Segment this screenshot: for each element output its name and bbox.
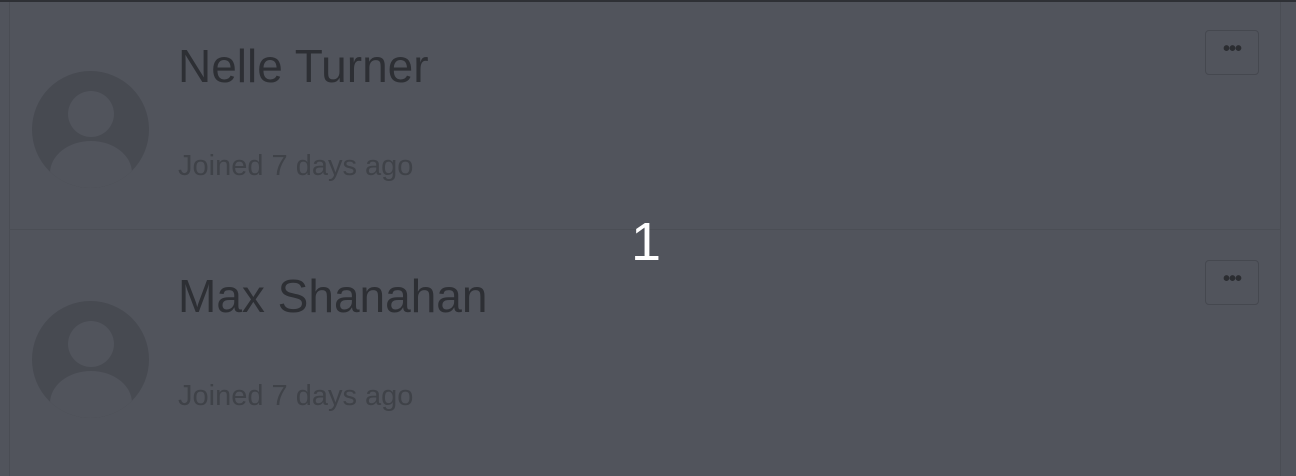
avatar-body-shape bbox=[50, 371, 132, 418]
members-list-view: Nelle Turner Joined 7 days ago ••• Max S… bbox=[0, 0, 1296, 476]
avatar-head-shape bbox=[68, 321, 114, 367]
more-options-button[interactable]: ••• bbox=[1205, 260, 1259, 305]
member-row: Nelle Turner Joined 7 days ago ••• bbox=[0, 0, 1296, 230]
ellipsis-icon: ••• bbox=[1222, 38, 1242, 60]
member-joined-date: Joined 7 days ago bbox=[178, 380, 414, 412]
avatar-placeholder-icon bbox=[32, 71, 149, 188]
member-name: Max Shanahan bbox=[178, 270, 488, 322]
avatar-body-shape bbox=[50, 141, 132, 188]
avatar-placeholder-icon bbox=[32, 301, 149, 418]
more-options-button[interactable]: ••• bbox=[1205, 30, 1259, 75]
avatar-head-shape bbox=[68, 91, 114, 137]
tour-step-number: 1 bbox=[630, 212, 662, 272]
member-joined-date: Joined 7 days ago bbox=[178, 150, 414, 182]
member-name: Nelle Turner bbox=[178, 40, 429, 92]
ellipsis-icon: ••• bbox=[1222, 268, 1242, 290]
